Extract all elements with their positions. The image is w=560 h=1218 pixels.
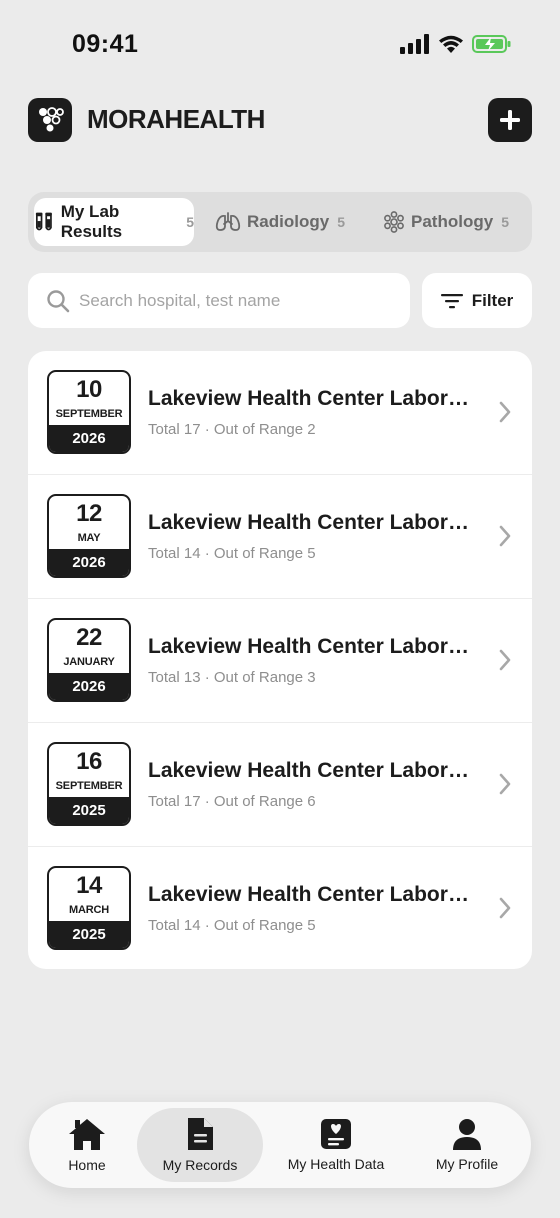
nav-my-profile[interactable]: My Profile	[409, 1108, 525, 1182]
lab-result-row[interactable]: 22 JANUARY 2026 Lakeview Health Center L…	[28, 599, 532, 723]
tab-label: My Lab Results	[60, 202, 123, 241]
date-year: 2026	[49, 549, 129, 576]
document-icon	[188, 1118, 213, 1150]
chevron-right-icon	[499, 401, 511, 423]
record-summary: Total 17 · Out of Range 2	[148, 421, 316, 438]
app-logo	[28, 98, 72, 142]
date-month: SEPTEMBER	[55, 408, 123, 420]
tab-pathology[interactable]: Pathology 5	[366, 198, 526, 246]
status-bar: 09:41	[0, 0, 560, 90]
nav-label: My Profile	[435, 1156, 499, 1172]
date-year: 2026	[49, 425, 129, 452]
chevron-right-icon	[499, 649, 511, 671]
status-icons	[400, 34, 512, 54]
tab-count: 5	[337, 214, 345, 230]
date-badge: 16 SEPTEMBER 2025	[47, 742, 131, 826]
date-month: MARCH	[69, 904, 109, 916]
search-input[interactable]	[79, 273, 399, 328]
date-day: 16	[76, 748, 102, 775]
filter-icon	[440, 293, 463, 308]
nav-my-records[interactable]: My Records	[137, 1108, 263, 1182]
lab-result-row[interactable]: 16 SEPTEMBER 2025 Lakeview Health Center…	[28, 723, 532, 847]
search-icon	[47, 290, 70, 313]
lab-result-row[interactable]: 12 MAY 2026 Lakeview Health Center Labor…	[28, 475, 532, 599]
record-summary: Total 14 · Out of Range 5	[148, 917, 316, 934]
date-year: 2025	[49, 797, 129, 824]
nav-label: My Records	[162, 1157, 238, 1173]
record-summary: Total 13 · Out of Range 3	[148, 669, 316, 686]
add-record-button[interactable]	[488, 98, 532, 142]
date-month: JANUARY	[63, 656, 115, 668]
record-title: Lakeview Health Center Laboratory	[148, 635, 474, 658]
date-badge: 10 SEPTEMBER 2026	[47, 370, 131, 454]
nav-my-health-data[interactable]: My Health Data	[273, 1108, 399, 1182]
chevron-right-icon	[499, 897, 511, 919]
date-badge: 12 MAY 2026	[47, 494, 131, 578]
wifi-icon	[439, 35, 463, 53]
record-title: Lakeview Health Center Laboratory	[148, 759, 474, 782]
tab-label: Radiology	[247, 212, 330, 231]
cells-icon	[384, 211, 404, 233]
record-type-tabs: My Lab Results 5 Radiology 5 Pathology 5	[28, 192, 532, 252]
bottom-navigation: Home My Records My Health Data My Profil…	[29, 1102, 531, 1188]
record-title: Lakeview Health Center Laboratory	[148, 883, 474, 906]
test-tubes-icon	[35, 212, 52, 231]
date-month: MAY	[77, 532, 101, 544]
record-summary: Total 14 · Out of Range 5	[148, 545, 316, 562]
lungs-icon	[215, 212, 241, 231]
lab-results-list: 10 SEPTEMBER 2026 Lakeview Health Center…	[28, 351, 532, 969]
record-summary: Total 17 · Out of Range 6	[148, 793, 316, 810]
lab-result-row[interactable]: 10 SEPTEMBER 2026 Lakeview Health Center…	[28, 351, 532, 475]
date-month: SEPTEMBER	[55, 780, 123, 792]
chevron-right-icon	[499, 525, 511, 547]
record-title: Lakeview Health Center Laboratory	[148, 387, 474, 410]
date-year: 2026	[49, 673, 129, 700]
tab-my-lab-results[interactable]: My Lab Results 5	[34, 198, 194, 246]
home-icon	[69, 1119, 105, 1150]
date-badge: 22 JANUARY 2026	[47, 618, 131, 702]
date-day: 10	[76, 376, 102, 403]
filter-button[interactable]: Filter	[422, 273, 532, 328]
plus-icon	[500, 110, 520, 130]
health-data-icon	[321, 1119, 351, 1149]
date-day: 22	[76, 624, 102, 651]
logo-icon	[39, 107, 64, 132]
search-box	[28, 273, 410, 328]
status-time: 09:41	[72, 30, 139, 58]
chevron-right-icon	[499, 773, 511, 795]
person-icon	[453, 1119, 481, 1150]
date-badge: 14 MARCH 2025	[47, 866, 131, 950]
app-header: MORAHEALTH	[28, 96, 532, 144]
nav-label: My Health Data	[287, 1156, 385, 1172]
cellular-signal-icon	[400, 34, 429, 54]
date-day: 12	[76, 500, 102, 527]
date-year: 2025	[49, 921, 129, 948]
filter-label: Filter	[471, 290, 514, 310]
lab-result-row[interactable]: 14 MARCH 2025 Lakeview Health Center Lab…	[28, 847, 532, 969]
record-title: Lakeview Health Center Laboratory	[148, 511, 474, 534]
tab-count: 5	[501, 214, 509, 230]
tab-radiology[interactable]: Radiology 5	[200, 198, 360, 246]
date-day: 14	[76, 872, 102, 899]
app-brand-name: MORAHEALTH	[87, 104, 265, 134]
tab-label: Pathology	[411, 212, 494, 231]
nav-label: Home	[68, 1157, 106, 1173]
tab-count: 5	[186, 214, 194, 230]
battery-charging-icon	[472, 35, 511, 53]
nav-home[interactable]: Home	[29, 1108, 145, 1182]
